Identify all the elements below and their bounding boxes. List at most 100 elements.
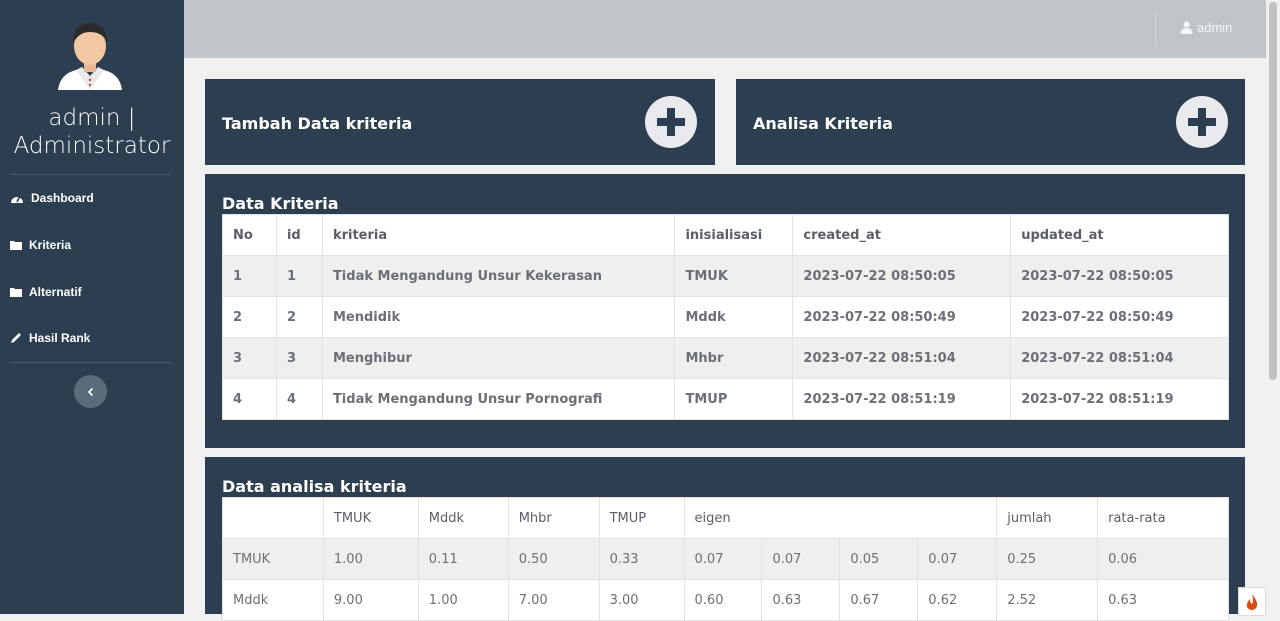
- column-header: Mddk: [417, 497, 509, 539]
- sidebar-item-dashboard[interactable]: Dashboard: [10, 186, 94, 210]
- debug-toolbar-button[interactable]: [1238, 587, 1266, 616]
- topbar: admin: [184, 0, 1266, 58]
- table-cell: Tidak Mengandung Unsur Pornografi: [321, 378, 676, 420]
- table-cell: 0.33: [598, 538, 685, 580]
- user-menu-label: admin: [1197, 20, 1233, 35]
- table-cell: 0.05: [839, 538, 919, 580]
- table-cell: 4: [275, 378, 323, 420]
- plus-icon: [657, 108, 685, 136]
- sidebar-item-alternatif[interactable]: Alternatif: [10, 280, 82, 304]
- table-cell: 9.00: [322, 579, 419, 621]
- gauge-icon: [11, 195, 23, 203]
- column-header: updated_at: [1010, 214, 1229, 256]
- table-row: Mddk 9.00 1.00 7.00 3.00 0.60 0.63 0.67 …: [222, 579, 1229, 621]
- table-cell: 2023-07-22 08:51:04: [1010, 337, 1229, 379]
- table-cell: 4: [222, 378, 277, 420]
- table-cell: 0.62: [917, 579, 998, 621]
- table-cell: 2.52: [996, 579, 1099, 621]
- table-cell: Menghibur: [321, 337, 676, 379]
- add-kriteria-button[interactable]: [645, 96, 697, 148]
- table-cell: TMUP: [674, 378, 794, 420]
- column-header: No: [222, 214, 277, 256]
- analisa-kriteria-card[interactable]: Analisa Kriteria: [736, 79, 1245, 165]
- table-row: 4 4 Tidak Mengandung Unsur Pornografi TM…: [222, 378, 1229, 420]
- column-header: Mhbr: [507, 497, 600, 539]
- table-cell: 0.07: [761, 538, 841, 580]
- table-row: 3 3 Menghibur Mhbr 2023-07-22 08:51:04 2…: [222, 337, 1229, 379]
- data-kriteria-title: Data Kriteria: [222, 194, 339, 213]
- flame-icon: [1246, 593, 1258, 610]
- sidebar: admin | Administrator Dashboard Kriteria…: [0, 0, 184, 614]
- add-kriteria-card[interactable]: Tambah Data kriteria: [205, 79, 715, 165]
- table-header-row: No id kriteria inisialisasi created_at u…: [222, 214, 1229, 256]
- plus-icon: [1188, 108, 1216, 136]
- table-cell: Mddk: [222, 579, 324, 621]
- column-header: created_at: [792, 214, 1012, 256]
- analisa-kriteria-title: Analisa Kriteria: [753, 114, 893, 133]
- table-cell: 2023-07-22 08:50:49: [792, 296, 1012, 338]
- table-cell: 0.60: [683, 579, 763, 621]
- column-header: eigen: [683, 497, 998, 539]
- table-cell: 0.11: [417, 538, 509, 580]
- analisa-table: TMUK Mddk Mhbr TMUP eigen jumlah rata-ra…: [222, 497, 1229, 621]
- table-header-row: TMUK Mddk Mhbr TMUP eigen jumlah rata-ra…: [222, 497, 1229, 539]
- table-cell: 2023-07-22 08:50:49: [1010, 296, 1229, 338]
- table-cell: 0.63: [761, 579, 841, 621]
- table-cell: TMUK: [222, 538, 324, 580]
- column-header: [222, 497, 324, 539]
- table-cell: 2023-07-22 08:51:19: [792, 378, 1012, 420]
- table-cell: 2023-07-22 08:51:04: [792, 337, 1012, 379]
- table-cell: 0.06: [1097, 538, 1229, 580]
- table-cell: 0.67: [839, 579, 919, 621]
- column-header: id: [275, 214, 323, 256]
- data-kriteria-panel: Data Kriteria No id kriteria inisialisas…: [205, 174, 1245, 448]
- sidebar-item-label: Alternatif: [29, 285, 82, 299]
- table-cell: 3: [222, 337, 277, 379]
- user-menu[interactable]: admin: [1180, 20, 1232, 35]
- table-cell: Mddk: [674, 296, 794, 338]
- table-row: TMUK 1.00 0.11 0.50 0.33 0.07 0.07 0.05 …: [222, 538, 1229, 580]
- table-cell: 2: [275, 296, 323, 338]
- user-name: admin | Administrator: [0, 104, 184, 160]
- page-scrollbar[interactable]: [1266, 0, 1280, 614]
- add-kriteria-title: Tambah Data kriteria: [222, 114, 413, 133]
- table-cell: 3.00: [598, 579, 685, 621]
- topbar-divider: [1155, 12, 1156, 46]
- user-icon: [1180, 21, 1193, 34]
- scrollbar-thumb[interactable]: [1269, 2, 1277, 380]
- sidebar-item-label: Hasil Rank: [29, 331, 91, 345]
- sidebar-item-hasil-rank[interactable]: Hasil Rank: [10, 326, 90, 350]
- table-cell: 1.00: [417, 579, 509, 621]
- table-row: 2 2 Mendidik Mddk 2023-07-22 08:50:49 20…: [222, 296, 1229, 338]
- column-header: TMUK: [322, 497, 419, 539]
- table-cell: 3: [275, 337, 323, 379]
- column-header: kriteria: [321, 214, 676, 256]
- chevron-left-icon: [87, 387, 93, 396]
- folder-icon: [10, 288, 22, 297]
- pen-icon: [11, 333, 21, 343]
- table-cell: 1.00: [322, 538, 419, 580]
- user-avatar-icon: [58, 23, 122, 90]
- sidebar-item-kriteria[interactable]: Kriteria: [10, 233, 71, 257]
- table-cell: 0.25: [996, 538, 1099, 580]
- column-header: rata-rata: [1097, 497, 1229, 539]
- user-role: Administrator: [13, 133, 171, 159]
- table-cell: 0.07: [917, 538, 998, 580]
- table-cell: 0.63: [1097, 579, 1229, 621]
- column-header: inisialisasi: [674, 214, 794, 256]
- user-name-line1: admin |: [48, 105, 136, 131]
- table-cell: 2: [222, 296, 277, 338]
- sidebar-toggle-button[interactable]: [74, 375, 107, 408]
- table-cell: 2023-07-22 08:50:05: [1010, 255, 1229, 297]
- analisa-kriteria-button[interactable]: [1176, 96, 1228, 148]
- table-cell: Mendidik: [321, 296, 676, 338]
- table-cell: 1: [222, 255, 277, 297]
- table-cell: 0.07: [683, 538, 763, 580]
- folder-icon: [10, 241, 22, 250]
- kriteria-table: No id kriteria inisialisasi created_at u…: [222, 214, 1229, 420]
- table-cell: 2023-07-22 08:50:05: [792, 255, 1012, 297]
- sidebar-divider: [10, 174, 171, 175]
- table-cell: 1: [275, 255, 323, 297]
- data-analisa-panel: Data analisa kriteria TMUK Mddk Mhbr TMU…: [205, 457, 1245, 621]
- table-cell: Tidak Mengandung Unsur Kekerasan: [321, 255, 676, 297]
